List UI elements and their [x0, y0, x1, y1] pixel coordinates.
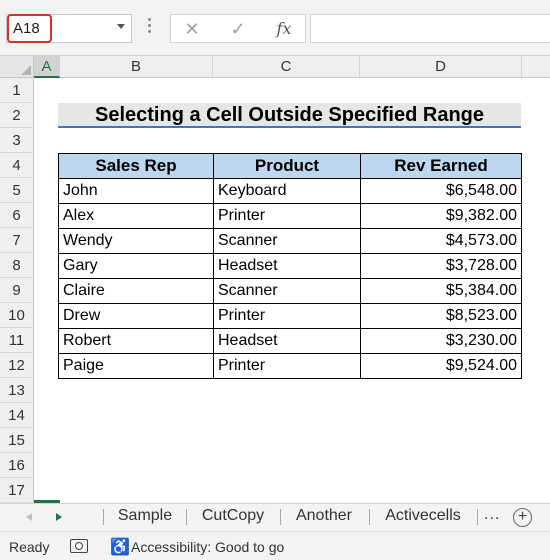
- cell-sales-rep[interactable]: Wendy: [58, 228, 214, 254]
- tab-divider: [280, 509, 281, 525]
- row-header-15[interactable]: 15: [0, 428, 34, 453]
- cell-product[interactable]: Printer: [213, 303, 361, 329]
- table-row: Drew Printer $8,523.00: [58, 303, 522, 329]
- table-row: Alex Printer $9,382.00: [58, 203, 522, 229]
- row-header-17[interactable]: 17: [0, 478, 34, 503]
- table-row: Paige Printer $9,524.00: [58, 353, 522, 379]
- cell-sales-rep[interactable]: Drew: [58, 303, 214, 329]
- row-header-14[interactable]: 14: [0, 403, 34, 428]
- column-header-a[interactable]: A: [34, 56, 60, 78]
- header-sales-rep[interactable]: Sales Rep: [58, 153, 214, 179]
- cell-rev-earned[interactable]: $9,382.00: [360, 203, 522, 229]
- cell-rev-earned[interactable]: $3,728.00: [360, 253, 522, 279]
- formula-bar: A18 ✕ ✓ fx: [0, 0, 550, 56]
- column-header-e[interactable]: [522, 56, 550, 78]
- table-row: Claire Scanner $5,384.00: [58, 278, 522, 304]
- formula-buttons: ✕ ✓ fx: [170, 14, 306, 43]
- enter-icon[interactable]: ✓: [223, 17, 253, 41]
- row-header-5[interactable]: 5: [0, 178, 34, 203]
- cell-product[interactable]: Headset: [213, 328, 361, 354]
- cell-rev-earned[interactable]: $8,523.00: [360, 303, 522, 329]
- cell-rev-earned[interactable]: $6,548.00: [360, 178, 522, 204]
- status-bar: Ready ♿ Accessibility: Good to go: [0, 531, 550, 560]
- row-header-7[interactable]: 7: [0, 228, 34, 253]
- scroll-tabs-right-icon[interactable]: [56, 513, 62, 521]
- cell-rev-earned[interactable]: $3,230.00: [360, 328, 522, 354]
- row-header-2[interactable]: 2: [0, 103, 34, 128]
- cell-rev-earned[interactable]: $5,384.00: [360, 278, 522, 304]
- row-header-11[interactable]: 11: [0, 328, 34, 353]
- add-sheet-button[interactable]: +: [513, 508, 532, 527]
- tab-sample[interactable]: Sample: [108, 504, 182, 530]
- accessibility-icon[interactable]: ♿: [110, 537, 130, 557]
- accessibility-status[interactable]: Accessibility: Good to go: [131, 539, 284, 555]
- row-header-9[interactable]: 9: [0, 278, 34, 303]
- status-ready: Ready: [9, 539, 50, 555]
- name-box-value: A18: [13, 20, 40, 37]
- select-all-corner[interactable]: [0, 56, 34, 78]
- table-row: John Keyboard $6,548.00: [58, 178, 522, 204]
- tab-divider: [477, 509, 478, 525]
- row-header-1[interactable]: 1: [0, 78, 34, 103]
- cell-product[interactable]: Printer: [213, 353, 361, 379]
- drag-handle-icon[interactable]: [148, 18, 152, 38]
- cell-product[interactable]: Printer: [213, 203, 361, 229]
- cell-sales-rep[interactable]: John: [58, 178, 214, 204]
- chevron-down-icon[interactable]: [117, 24, 125, 29]
- cell-rev-earned[interactable]: $4,573.00: [360, 228, 522, 254]
- tab-divider: [369, 509, 370, 525]
- sheet-title[interactable]: Selecting a Cell Outside Specified Range: [58, 103, 521, 128]
- cell-sales-rep[interactable]: Alex: [58, 203, 214, 229]
- column-header-c[interactable]: C: [213, 56, 360, 78]
- table-row: Gary Headset $3,728.00: [58, 253, 522, 279]
- row-header-16[interactable]: 16: [0, 453, 34, 478]
- tab-activecells[interactable]: Activecells: [373, 504, 473, 530]
- row-header-6[interactable]: 6: [0, 203, 34, 228]
- cell-product[interactable]: Headset: [213, 253, 361, 279]
- macro-recorder-icon[interactable]: [70, 539, 88, 553]
- scroll-tabs-left-icon[interactable]: [26, 513, 32, 521]
- data-table: Sales Rep Product Rev Earned John Keyboa…: [58, 153, 522, 379]
- row-header-12[interactable]: 12: [0, 353, 34, 378]
- cell-sales-rep[interactable]: Gary: [58, 253, 214, 279]
- row-header-13[interactable]: 13: [0, 378, 34, 403]
- cell-rev-earned[interactable]: $9,524.00: [360, 353, 522, 379]
- cell-product[interactable]: Scanner: [213, 278, 361, 304]
- header-product[interactable]: Product: [213, 153, 361, 179]
- select-all-triangle-icon: [21, 65, 31, 75]
- cell-sales-rep[interactable]: Claire: [58, 278, 214, 304]
- insert-function-icon[interactable]: fx: [269, 17, 299, 41]
- cell-sales-rep[interactable]: Paige: [58, 353, 214, 379]
- table-row: Wendy Scanner $4,573.00: [58, 228, 522, 254]
- cell-product[interactable]: Keyboard: [213, 178, 361, 204]
- worksheet-grid[interactable]: A B C D 1 2 3 4 5 6 7 8 9 10 11 12 13 14…: [0, 56, 550, 503]
- header-rev-earned[interactable]: Rev Earned: [360, 153, 522, 179]
- column-header-b[interactable]: B: [60, 56, 213, 78]
- table-row: Robert Headset $3,230.00: [58, 328, 522, 354]
- tab-divider: [186, 509, 187, 525]
- column-header-d[interactable]: D: [360, 56, 522, 78]
- cell-sales-rep[interactable]: Robert: [58, 328, 214, 354]
- tab-divider: [103, 509, 104, 525]
- name-box[interactable]: A18: [6, 14, 132, 43]
- row-header-10[interactable]: 10: [0, 303, 34, 328]
- sheet-tab-bar: Sample CutCopy Another Activecells ... +: [0, 503, 550, 531]
- more-tabs-button[interactable]: ...: [484, 506, 500, 524]
- formula-input[interactable]: [310, 14, 550, 43]
- table-header-row: Sales Rep Product Rev Earned: [58, 153, 522, 179]
- cell-product[interactable]: Scanner: [213, 228, 361, 254]
- row-header-4[interactable]: 4: [0, 153, 34, 178]
- tab-cutcopy[interactable]: CutCopy: [190, 504, 276, 530]
- tab-another[interactable]: Another: [284, 504, 364, 530]
- cancel-icon[interactable]: ✕: [177, 17, 207, 41]
- row-header-8[interactable]: 8: [0, 253, 34, 278]
- row-header-3[interactable]: 3: [0, 128, 34, 153]
